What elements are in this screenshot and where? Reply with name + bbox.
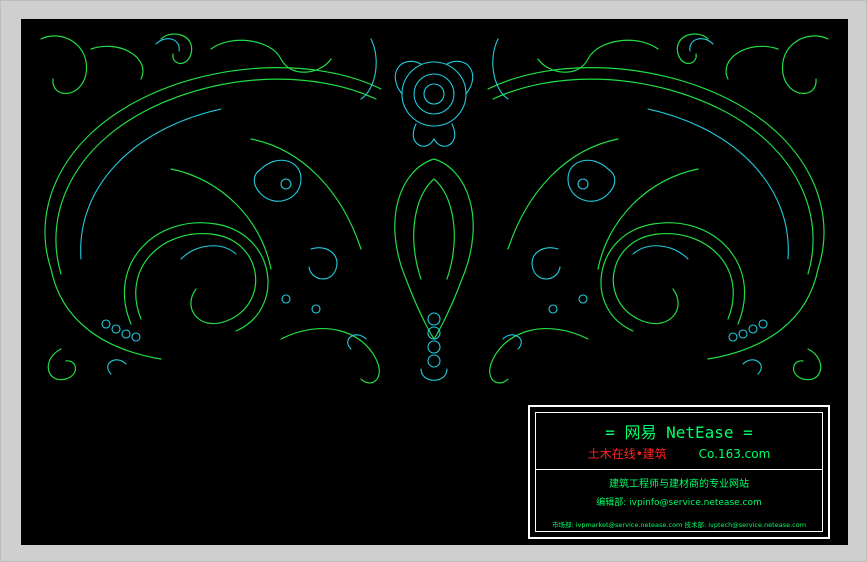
title-block-divider	[536, 469, 822, 470]
title-block-inner-frame: = 网易 NetEase = 土木在线•建筑 Co.163.com 建筑工程师与…	[535, 412, 823, 532]
drawing-title-block: = 网易 NetEase = 土木在线•建筑 Co.163.com 建筑工程师与…	[528, 405, 830, 539]
title-block-site-url: Co.163.com	[698, 447, 771, 461]
application-frame: = 网易 NetEase = 土木在线•建筑 Co.163.com 建筑工程师与…	[0, 0, 867, 562]
title-block-site-row: 土木在线•建筑 Co.163.com	[536, 445, 822, 462]
title-block-editor-email: 编辑部: ivpinfo@service.netease.com	[596, 498, 762, 508]
cad-drawing-viewport[interactable]: = 网易 NetEase = 土木在线•建筑 Co.163.com 建筑工程师与…	[21, 19, 848, 545]
title-block-brand: = 网易 NetEase =	[605, 423, 753, 442]
title-block-site-name: 土木在线•建筑	[587, 447, 667, 461]
title-block-tagline: 建筑工程师与建材商的专业网站	[609, 479, 749, 490]
title-block-contact-emails: 市场部: ivpmarket@service.netease.com 技术部: …	[551, 521, 807, 529]
